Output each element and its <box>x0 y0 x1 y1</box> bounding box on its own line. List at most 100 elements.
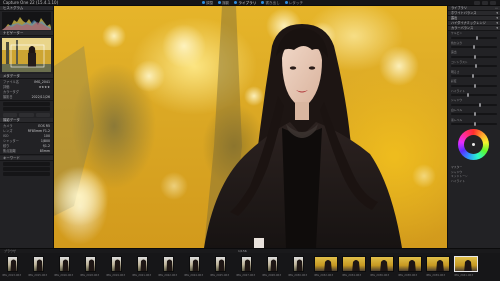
thumbnail-image <box>85 256 96 272</box>
portrait-photo <box>54 6 436 248</box>
color-balance-range-label: シャドウ <box>451 169 463 174</box>
thumbnail-image <box>454 256 478 272</box>
exif-label: ISO <box>3 133 9 138</box>
filmstrip-thumbnail[interactable]: IMG_2027.CR3 <box>235 255 259 279</box>
exif-value: 1/800 <box>40 138 50 143</box>
filmstrip-thumbnail[interactable]: IMG_2019.CR3 <box>105 255 129 279</box>
slider-track[interactable] <box>451 73 497 78</box>
slider-track[interactable] <box>451 35 497 40</box>
slider-track[interactable] <box>451 102 497 107</box>
metadata-row[interactable]: 撮影日 2022/11/26 <box>0 94 53 100</box>
tool-section-title: ホワイトバランス <box>451 11 477 15</box>
metadata-button[interactable] <box>35 113 50 117</box>
filmstrip-thumbnail[interactable]: IMG_2028.CR3 <box>261 255 285 279</box>
filmstrip-thumbnail[interactable]: IMG_2015.CR3 <box>27 255 51 279</box>
thumbnail-caption: IMG_2039.CR3 <box>426 274 445 277</box>
slider-handle[interactable] <box>474 64 477 69</box>
workspace-tab[interactable]: 撮影 <box>218 0 229 6</box>
filmstrip-thumbnail[interactable]: IMG_2024.CR3 <box>183 255 207 279</box>
thumbnail-caption: IMG_2032.CR3 <box>314 274 333 277</box>
minimize-icon[interactable] <box>474 1 480 5</box>
workspace-tab[interactable]: ライブラリ <box>234 0 256 6</box>
slider-handle[interactable] <box>474 121 476 126</box>
metadata-field[interactable] <box>3 107 50 111</box>
slider-track[interactable] <box>451 45 497 50</box>
filmstrip-thumbnail[interactable]: IMG_2013.CR3 <box>1 255 25 279</box>
panel-menu-icon[interactable]: ⋯ <box>495 6 498 10</box>
color-balance-range-label: ミッドトーン <box>451 174 468 179</box>
filmstrip[interactable]: IMG_2013.CR3 IMG_2015.CR3 IMG_2016.CR3 IMG_… <box>0 253 500 281</box>
filmstrip-thumbnail[interactable]: IMG_2022.CR3 <box>157 255 181 279</box>
slider-track[interactable] <box>451 64 497 69</box>
filmstrip-thumbnail[interactable]: IMG_2018.CR3 <box>79 255 103 279</box>
maximize-icon[interactable] <box>482 1 488 5</box>
filmstrip-thumbnail[interactable]: IMG_2038.CR3 <box>397 255 423 279</box>
filmstrip-thumbnail[interactable]: IMG_2016.CR3 <box>53 255 77 279</box>
filmstrip-thumbnail[interactable]: IMG_2036.CR3 <box>369 255 395 279</box>
filmstrip-thumbnail[interactable]: IMG_2034.CR3 <box>341 255 367 279</box>
filmstrip-thumbnail[interactable]: IMG_2021.CR3 <box>131 255 155 279</box>
chevron-down-icon[interactable]: ▾ <box>496 21 498 25</box>
color-balance-wheel[interactable] <box>458 128 489 160</box>
close-icon[interactable] <box>490 1 496 5</box>
navigator-header[interactable]: ナビゲーター <box>0 31 53 36</box>
thumbnail-image <box>33 256 44 272</box>
slider-handle[interactable] <box>476 35 479 40</box>
metadata-button[interactable] <box>19 113 34 117</box>
slider-track[interactable] <box>451 112 497 117</box>
chevron-down-icon[interactable]: ▾ <box>496 26 498 30</box>
thumbnail-caption: IMG_2016.CR3 <box>54 274 73 277</box>
image-viewer[interactable] <box>54 6 447 248</box>
color-balance-range[interactable]: ハイライト <box>448 179 500 184</box>
slider-label: 明るさ <box>451 69 460 74</box>
slider-handle[interactable] <box>474 54 476 59</box>
slider-label: コントラスト <box>451 60 468 65</box>
slider-row: シャドウ <box>448 98 500 103</box>
exif-row[interactable]: 焦点距離 85mm <box>0 148 53 154</box>
slider-row: ケルビン <box>448 31 500 36</box>
workspace-tab[interactable]: 調整 <box>202 0 213 6</box>
filmstrip-thumbnail[interactable]: IMG_2030.CR3 <box>287 255 311 279</box>
thumbnail-image <box>342 256 366 272</box>
exif-label: 焦点距離 <box>3 149 16 153</box>
thumbnail-image <box>215 256 226 272</box>
keyword-header[interactable]: キーワード <box>0 156 53 161</box>
workspace-tab-label: レタッチ <box>288 0 304 5</box>
filmstrip-thumbnail[interactable]: IMG_2041.CR3 <box>453 255 479 279</box>
workspace-tab-icon <box>218 0 222 4</box>
thumbnail-caption: IMG_2019.CR3 <box>106 274 125 277</box>
color-balance-handle[interactable] <box>472 142 475 146</box>
histogram-header[interactable]: ヒストグラム <box>0 6 53 11</box>
workspace-tab[interactable]: レタッチ <box>284 0 304 6</box>
exif-value: RF85mm F1.2 <box>27 128 50 133</box>
chevron-down-icon[interactable]: ▾ <box>496 11 498 15</box>
keyword-field[interactable] <box>3 167 50 171</box>
thumbnail-caption: IMG_2028.CR3 <box>262 274 281 277</box>
chevron-down-icon[interactable]: ▾ <box>496 16 498 20</box>
slider-handle[interactable] <box>473 45 476 50</box>
slider-handle[interactable] <box>472 73 475 78</box>
slider-track[interactable] <box>451 83 497 88</box>
app-window: Capture One 22 (15.4.1.10) 調整 撮影 ライブラリ 書き出し… <box>0 0 500 281</box>
slider-track[interactable] <box>451 93 497 98</box>
thumbnail-image <box>314 256 338 272</box>
keyword-field[interactable] <box>3 172 50 176</box>
metadata-field[interactable] <box>3 102 50 106</box>
filmstrip-thumbnail[interactable]: IMG_2025.CR3 <box>209 255 233 279</box>
slider-track[interactable] <box>451 121 497 126</box>
metadata-value: 2022/11/26 <box>31 94 50 99</box>
slider-handle[interactable] <box>474 112 476 117</box>
keyword-field[interactable] <box>3 162 50 166</box>
slider-handle[interactable] <box>478 102 481 107</box>
metadata-button[interactable] <box>3 113 18 117</box>
thumbnail-image <box>293 256 304 272</box>
slider-handle[interactable] <box>467 93 470 98</box>
filmstrip-thumbnail[interactable]: IMG_2032.CR3 <box>313 255 339 279</box>
filmstrip-thumbnail[interactable]: IMG_2039.CR3 <box>425 255 451 279</box>
slider-handle[interactable] <box>474 83 476 88</box>
exif-value: f/1.2 <box>42 143 50 148</box>
slider-track[interactable] <box>451 54 497 59</box>
metadata-value: ★★★★ <box>38 84 50 89</box>
workspace-tab[interactable]: 書き出し <box>261 0 280 6</box>
navigator-preview[interactable] <box>2 38 51 72</box>
